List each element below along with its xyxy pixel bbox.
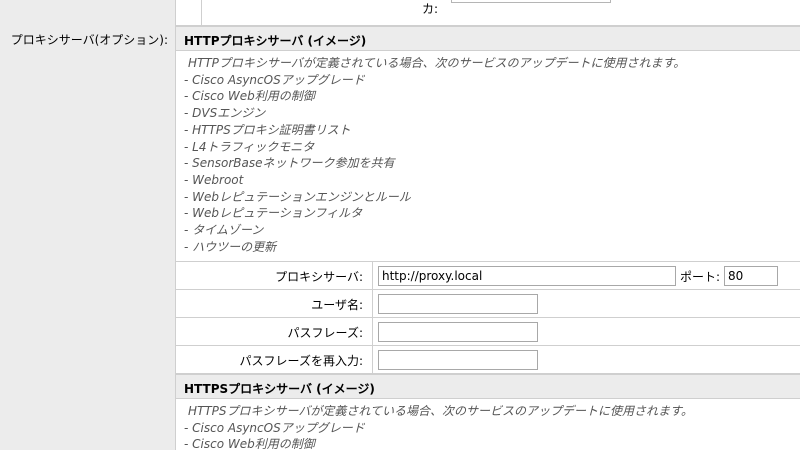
reenter-passphrase-label: パスフレーズを再入力: <box>239 354 363 368</box>
http-proxy-intro: HTTPプロキシサーバが定義されている場合、次のサービスのアップデートに使用され… <box>188 56 686 70</box>
username-row: ユーザ名: <box>176 290 800 318</box>
top-row-cell <box>202 0 800 26</box>
row-divider <box>372 346 373 373</box>
http-proxy-description: HTTPプロキシサーバが定義されている場合、次のサービスのアップデートに使用され… <box>176 51 800 262</box>
list-item: - L4トラフィックモニタ <box>184 139 315 154</box>
port-label: ポート: <box>680 270 721 284</box>
port-input[interactable] <box>724 266 778 286</box>
http-proxy-header: HTTPプロキシサーバ (イメージ) <box>176 26 800 51</box>
label-column <box>0 0 176 450</box>
top-spacer-cell <box>176 0 202 26</box>
https-proxy-description: HTTPSプロキシサーバが定義されている場合、次のサービスのアップデートに使用さ… <box>176 399 800 459</box>
list-item: - Webレピュテーションフィルタ <box>184 206 363 221</box>
list-item: - ハウツーの更新 <box>184 239 277 254</box>
list-item: - Cisco AsyncOSアップグレード <box>184 72 365 87</box>
username-label: ユーザ名: <box>311 298 363 312</box>
reenter-passphrase-input[interactable] <box>378 350 538 370</box>
reenter-passphrase-row: パスフレーズを再入力: <box>176 346 800 374</box>
proxy-server-label: プロキシサーバ: <box>275 270 363 284</box>
list-item: - HTTPSプロキシ証明書リスト <box>184 122 351 137</box>
passphrase-row: パスフレーズ: <box>176 318 800 346</box>
list-item: - Webroot <box>184 172 244 187</box>
row-divider <box>372 262 373 289</box>
list-item: - Cisco Web利用の制御 <box>184 89 315 104</box>
top-partial-input[interactable] <box>451 0 611 3</box>
top-partial-label: カ: <box>422 2 439 16</box>
list-item: - タイムゾーン <box>184 223 264 238</box>
list-item: - DVSエンジン <box>184 106 266 121</box>
passphrase-label: パスフレーズ: <box>287 326 363 340</box>
list-item: - Cisco AsyncOSアップグレード <box>184 420 365 435</box>
https-proxy-intro: HTTPSプロキシサーバが定義されている場合、次のサービスのアップデートに使用さ… <box>188 404 693 418</box>
proxy-server-row: プロキシサーバ: ポート: <box>176 262 800 290</box>
row-divider <box>372 318 373 345</box>
https-proxy-header: HTTPSプロキシサーバ (イメージ) <box>176 374 800 399</box>
list-item: - Webレピュテーションエンジンとルール <box>184 189 411 204</box>
username-input[interactable] <box>378 294 538 314</box>
passphrase-input[interactable] <box>378 322 538 342</box>
proxy-server-input[interactable] <box>378 266 676 286</box>
proxy-section-label: プロキシサーバ(オプション): <box>10 33 168 47</box>
list-item: - Cisco Web利用の制御 <box>184 437 315 452</box>
row-divider <box>372 290 373 317</box>
list-item: - SensorBaseネットワーク参加を共有 <box>184 156 395 171</box>
